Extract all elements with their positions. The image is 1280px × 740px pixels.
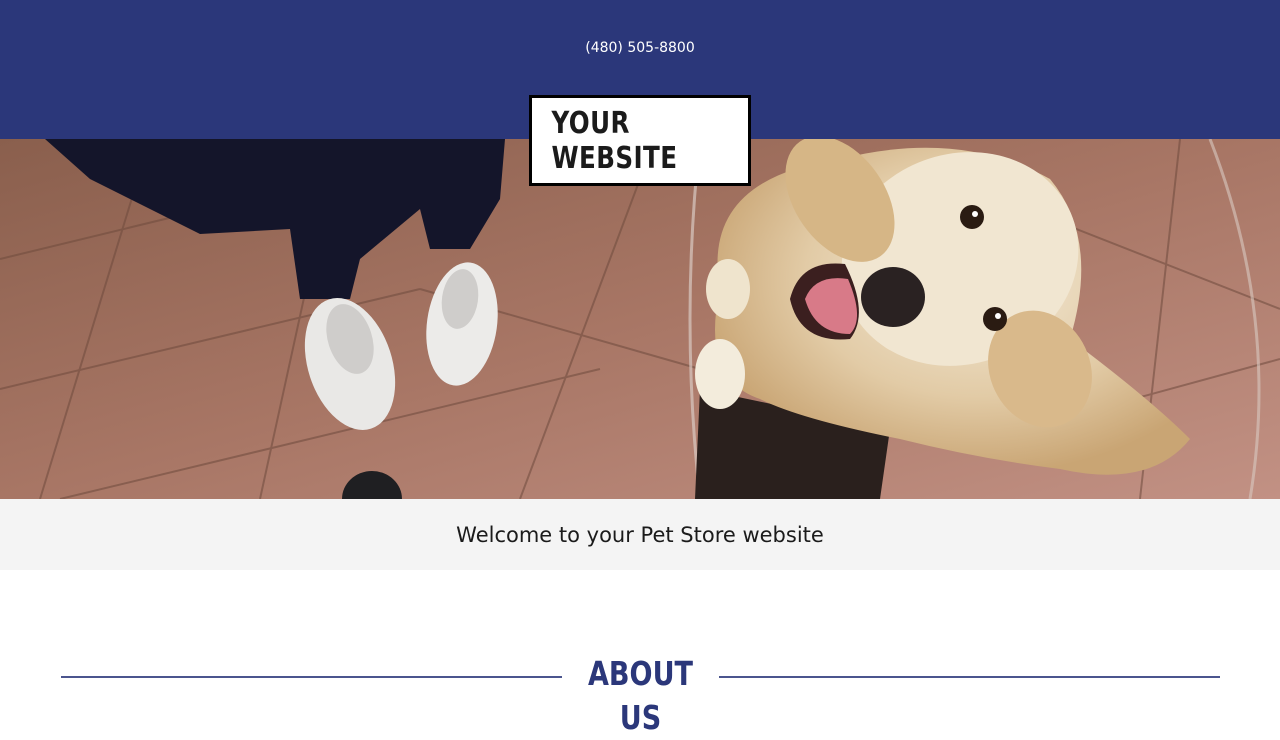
phone-link[interactable]: (480) 505-8800 — [0, 40, 1280, 56]
about-heading: ABOUT US — [587, 654, 694, 737]
divider-line-left — [61, 676, 562, 678]
hero-illustration — [0, 139, 1280, 499]
welcome-text: Welcome to your Pet Store website — [456, 522, 824, 547]
divider-line-right — [719, 676, 1220, 678]
welcome-banner: Welcome to your Pet Store website — [0, 499, 1280, 570]
site-logo[interactable]: YOUR WEBSITE — [529, 95, 751, 186]
hero-image — [0, 139, 1280, 499]
about-section: ABOUT US — [0, 570, 1280, 737]
logo-text: YOUR WEBSITE — [551, 105, 678, 176]
